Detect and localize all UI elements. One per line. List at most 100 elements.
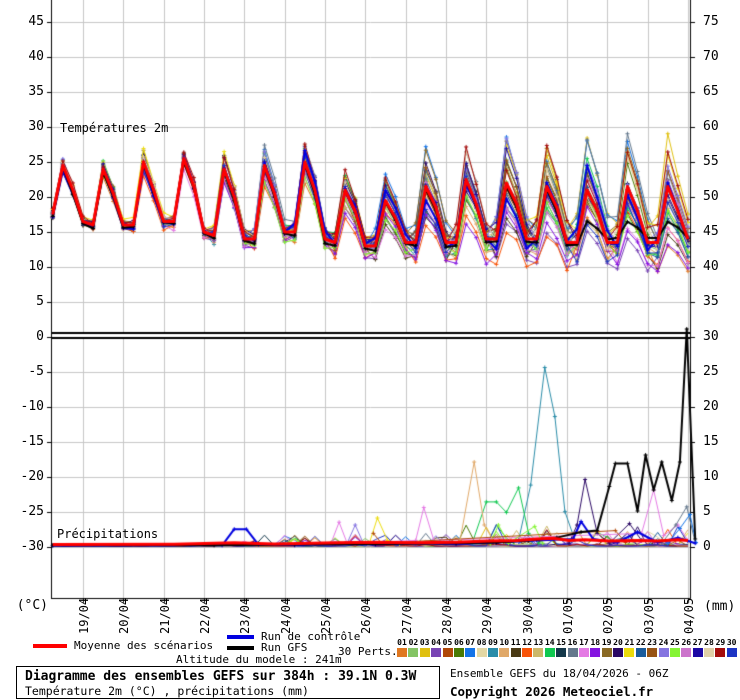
y-tick-label-left: -30	[20, 539, 44, 554]
y-tick-label-left: 20	[28, 189, 44, 204]
pert-number: 17	[579, 638, 589, 647]
gfs-line-sample	[227, 646, 254, 650]
pert-color-swatch	[397, 648, 407, 657]
pert-number: 14	[544, 638, 555, 647]
pert-number: 23	[647, 638, 657, 647]
diagram-subtitle: Température 2m (°C) , précipitations (mm…	[25, 684, 309, 698]
temperature-section-label: Températures 2m	[60, 121, 169, 135]
pert-color-swatch	[510, 648, 521, 657]
mean-legend-label: Moyenne des scénarios	[74, 639, 214, 652]
pert-color-swatch	[590, 648, 601, 657]
pert-color-swatch	[453, 648, 464, 657]
diagram-title: Diagramme des ensembles GEFS sur 384h : …	[25, 669, 417, 684]
pert-color-swatch	[726, 648, 737, 657]
y-tick-label-right: 65	[703, 84, 719, 99]
pert-color-swatch	[681, 648, 692, 657]
pert-number: 29	[715, 638, 726, 647]
pert-color-swatch	[567, 648, 578, 657]
pert-color-swatch	[704, 648, 714, 657]
pert-color-swatch	[556, 648, 567, 657]
pert-number: 02	[408, 638, 419, 647]
pert-number: 22	[635, 638, 646, 647]
footer-title-box: Diagramme des ensembles GEFS sur 384h : …	[16, 666, 440, 699]
pert-color-swatch	[533, 648, 544, 657]
y-tick-label-left: 25	[28, 154, 44, 169]
x-date-label: 03/05	[641, 597, 656, 634]
pert-color-swatch	[658, 648, 669, 657]
pert-number: 10	[499, 638, 510, 647]
y-tick-label-right: 10	[703, 469, 719, 484]
y-tick-label-left: -5	[28, 364, 44, 379]
left-axis-unit: (°C)	[16, 598, 48, 613]
pert-color-swatch	[647, 648, 658, 657]
pert-color-swatch	[488, 648, 498, 657]
pert-number: 15	[556, 638, 566, 647]
y-tick-label-right: 40	[703, 259, 719, 274]
pert-number: 20	[613, 638, 623, 647]
y-tick-label-right: 55	[703, 154, 719, 169]
y-tick-label-right: 0	[703, 539, 711, 554]
pert-color-swatch	[431, 648, 442, 657]
y-tick-label-left: 0	[36, 329, 44, 344]
x-date-label: 29/04	[480, 597, 495, 634]
y-tick-label-left: 10	[28, 259, 44, 274]
pert-number: 19	[601, 638, 612, 647]
pert-color-swatch	[522, 648, 533, 657]
y-tick-label-right: 45	[703, 224, 719, 239]
pert-number: 28	[704, 638, 714, 647]
pert-color-swatch	[635, 648, 646, 657]
y-tick-label-left: -25	[20, 504, 44, 519]
y-tick-label-right: 15	[703, 434, 719, 449]
mean-line-sample	[33, 644, 67, 648]
pert-number: 12	[522, 638, 532, 647]
precipitation-section-label: Précipitations	[57, 527, 159, 541]
altitude-label: Altitude du modele : 241m	[176, 653, 342, 666]
y-tick-label-left: 30	[28, 119, 44, 134]
pert-number: 24	[658, 638, 669, 647]
pert-number: 04	[431, 638, 441, 647]
pert-color-swatch	[476, 648, 487, 657]
y-tick-label-right: 50	[703, 189, 719, 204]
pert-number: 07	[465, 638, 475, 647]
pert-number: 18	[590, 638, 601, 647]
pert-number: 30	[726, 638, 737, 647]
y-tick-label-right: 70	[703, 49, 719, 64]
pert-color-swatch	[544, 648, 555, 657]
pert-color-swatch	[499, 648, 510, 657]
y-tick-label-right: 5	[703, 504, 711, 519]
y-tick-label-left: 15	[28, 224, 44, 239]
copyright-label: Copyright 2026 Meteociel.fr	[450, 684, 654, 699]
y-tick-label-right: 25	[703, 364, 719, 379]
pert-number: 13	[533, 638, 544, 647]
pert-color-swatch	[669, 648, 680, 657]
ensemble-chart-canvas	[0, 0, 740, 660]
pert-number: 09	[488, 638, 498, 647]
x-date-label: 01/05	[561, 597, 575, 634]
pert-number: 26	[681, 638, 692, 647]
y-tick-label-left: -15	[20, 434, 44, 449]
pert-color-swatch	[692, 648, 703, 657]
pert-number: 05	[442, 638, 453, 647]
pert-color-swatch	[408, 648, 419, 657]
pert-color-swatch	[578, 648, 589, 657]
pert-number: 01	[397, 638, 407, 647]
pert-color-swatch	[601, 648, 612, 657]
y-tick-label-left: 40	[28, 49, 44, 64]
x-date-label: 19/04	[77, 597, 91, 634]
right-axis-unit: (mm)	[704, 599, 736, 614]
pert-color-swatch	[419, 648, 430, 657]
y-tick-label-right: 20	[703, 399, 719, 414]
perts-count-label: 30 Perts.	[338, 645, 398, 658]
pert-color-swatch	[624, 648, 635, 657]
y-tick-label-left: -20	[20, 469, 44, 484]
run-info-label: Ensemble GEFS du 18/04/2026 - 06Z	[450, 667, 669, 680]
y-tick-label-left: 35	[28, 84, 44, 99]
control-line-sample	[227, 635, 254, 639]
y-tick-label-left: 45	[28, 14, 44, 29]
x-date-label: 21/04	[157, 597, 172, 634]
pert-color-swatch	[715, 648, 726, 657]
pert-number: 08	[476, 638, 487, 647]
y-tick-label-right: 60	[703, 119, 719, 134]
y-tick-label-right: 75	[703, 14, 719, 29]
y-tick-label-left: -10	[20, 399, 44, 414]
